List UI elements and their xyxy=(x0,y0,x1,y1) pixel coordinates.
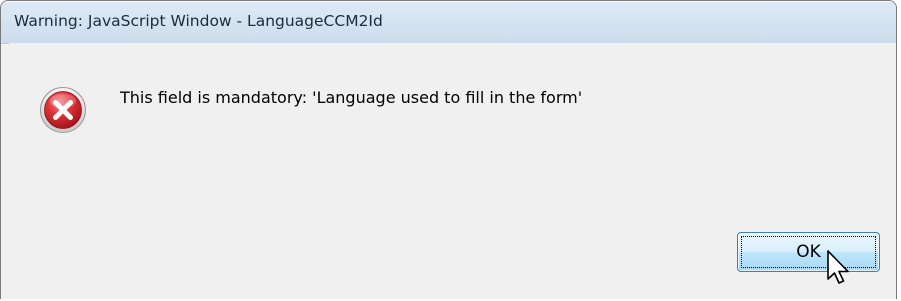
error-message: This field is mandatory: 'Language used … xyxy=(120,88,583,107)
ok-button[interactable]: OK xyxy=(737,232,880,272)
ok-button-label: OK xyxy=(796,242,821,262)
title-bar[interactable]: Warning: JavaScript Window - LanguageCCM… xyxy=(1,1,896,44)
message-area: This field is mandatory: 'Language used … xyxy=(9,43,896,218)
window-title: Warning: JavaScript Window - LanguageCCM… xyxy=(14,12,383,30)
error-icon xyxy=(40,87,86,133)
alert-window: Warning: JavaScript Window - LanguageCCM… xyxy=(0,0,897,299)
